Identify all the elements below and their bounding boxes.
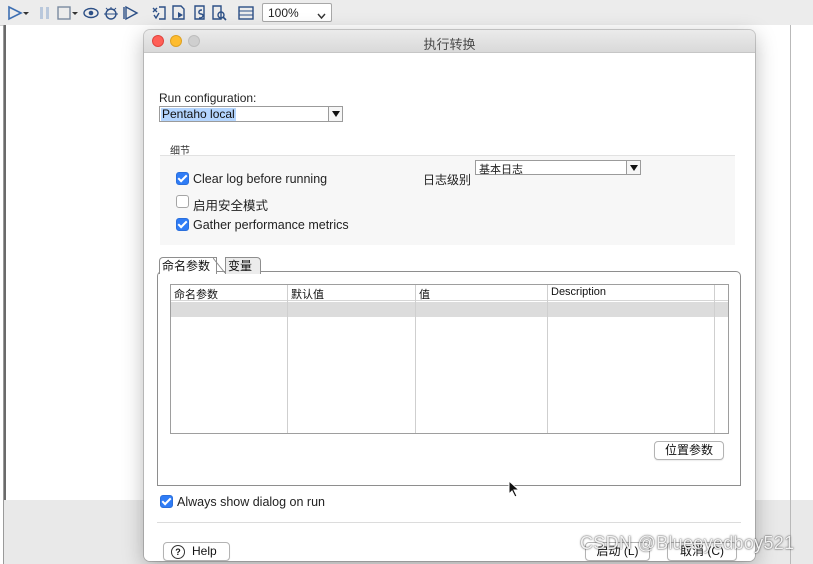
run-configuration-label: Run configuration: [159,91,257,105]
gather-metrics-checkbox[interactable] [176,218,189,231]
pause-icon[interactable] [36,4,54,22]
always-show-dialog-label: Always show dialog on run [177,495,325,509]
divider [790,25,791,564]
position-parameters-button[interactable]: 位置参数 [654,441,724,460]
sql-icon[interactable] [191,4,209,22]
preview-icon[interactable] [82,4,100,22]
divider [157,522,741,523]
show-results-icon[interactable] [237,4,255,22]
run-configuration-select[interactable]: Pentaho local [159,106,343,122]
dialog-body: Run configuration: Pentaho local 细节 Clea… [144,53,755,561]
watermark: CSDN @Blueeyedboy521 [580,533,795,553]
zoom-value: 100% [268,6,299,20]
table-header: 命名参数 默认值 值 Description [171,285,728,301]
log-level-value: 基本日志 [479,164,523,176]
log-level-select[interactable]: 基本日志 [475,160,641,176]
column-header-value[interactable]: 值 [419,286,430,302]
replay-icon[interactable] [122,4,140,22]
dropdown-arrow-icon[interactable] [71,4,79,22]
dropdown-arrow-icon [626,161,640,174]
dialog-titlebar: 执行转换 [144,30,755,53]
safe-mode-label: 启用安全模式 [193,199,269,213]
table-row[interactable] [171,302,728,317]
help-icon: ? [171,545,185,559]
run-configuration-value: Pentaho local [161,107,236,121]
gather-metrics-label: Gather performance metrics [193,218,349,232]
column-header-named-parameter[interactable]: 命名参数 [174,286,218,302]
help-button-label: Help [192,544,217,558]
check-transformation-icon[interactable] [150,4,168,22]
zoom-select[interactable]: 100% [262,3,332,22]
main-toolbar: 100% [0,0,813,26]
divider [3,25,4,564]
run-transformation-dialog: 执行转换 Run configuration: Pentaho local 细节… [144,30,755,561]
dialog-title: 执行转换 [423,37,476,52]
impact-analysis-icon[interactable] [170,4,188,22]
chevron-down-icon [317,9,326,23]
always-show-dialog-checkbox[interactable] [160,495,173,508]
named-parameters-table[interactable]: 命名参数 默认值 值 Description [170,284,729,434]
column-divider [714,285,715,433]
explore-db-icon[interactable] [210,4,228,22]
dropdown-arrow-icon [328,107,342,121]
tab-strip: 命名参数 变量 [157,257,741,274]
clear-log-label: Clear log before running [193,172,328,186]
dropdown-arrow-icon[interactable] [22,4,30,22]
column-divider [287,285,288,433]
help-button[interactable]: ? Help [163,542,230,561]
clear-log-checkbox[interactable] [176,172,189,185]
debug-icon[interactable] [102,4,120,22]
column-divider [415,285,416,433]
column-header-description[interactable]: Description [551,286,606,298]
tab-named-parameters[interactable]: 命名参数 [159,257,217,274]
column-divider [547,285,548,433]
column-header-default-value[interactable]: 默认值 [291,286,324,302]
mouse-cursor-icon [508,480,520,498]
tab-variables[interactable]: 变量 [225,257,261,274]
log-level-label: 日志级别 [423,173,472,187]
safe-mode-checkbox[interactable] [176,195,189,208]
